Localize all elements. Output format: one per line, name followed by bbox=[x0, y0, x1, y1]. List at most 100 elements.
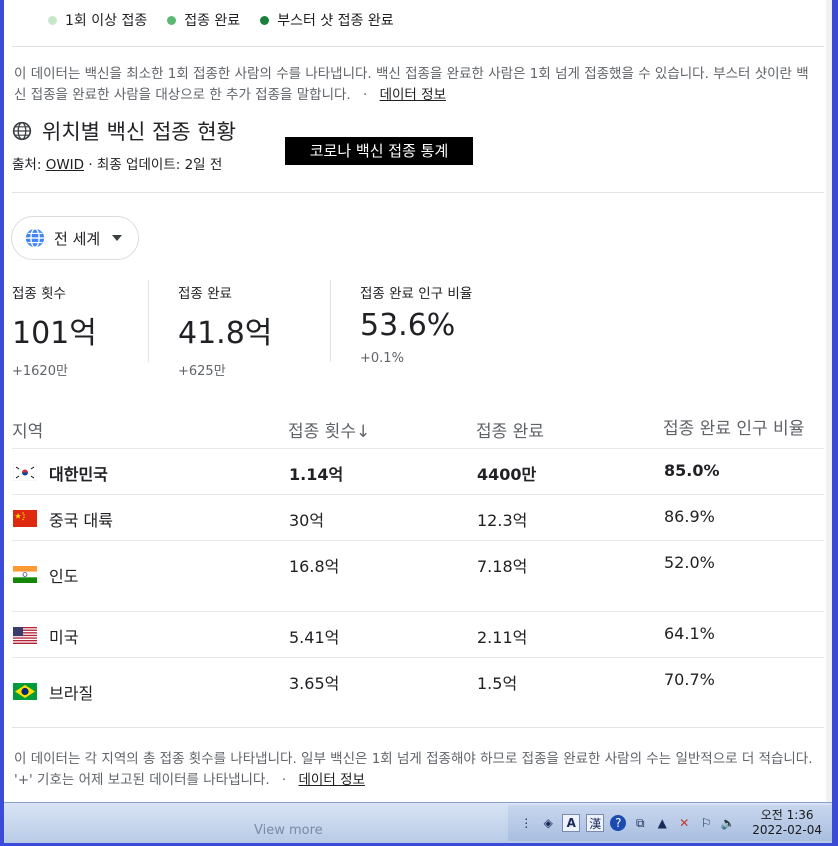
separator: · bbox=[363, 87, 368, 103]
grip-icon: ⋮ bbox=[520, 816, 533, 830]
data-info-link[interactable]: 데이터 정보 bbox=[299, 772, 365, 788]
cell-doses: 5.41억 bbox=[288, 610, 476, 657]
description-text: 이 데이터는 각 지역의 총 접종 횟수를 나타냅니다. 일부 백신은 1회 넘… bbox=[14, 751, 813, 788]
table-row[interactable]: 브라질 3.65억 1.5억 70.7% bbox=[12, 656, 824, 727]
overlay-label: 코로나 백신 접종 통계 bbox=[285, 137, 473, 165]
source-line: 출처: OWID · 최종 업데이트: 2일 전 bbox=[12, 153, 222, 173]
divider bbox=[148, 280, 149, 362]
help-icon[interactable]: ? bbox=[610, 815, 627, 831]
vaccination-table: 지역 접종 횟수↓ 접종 완료 접종 완료 인구 비율 대한민국 1.14억 4… bbox=[12, 388, 824, 727]
globe-icon bbox=[25, 228, 45, 248]
legend-item-1dose: 1회 이상 접종 bbox=[48, 10, 147, 30]
browser-content: 1회 이상 접종 접종 완료 부스터 샷 접종 완료 이 데이터는 백신을 최소… bbox=[4, 0, 832, 802]
system-clock[interactable]: 오전 1:36 2022-02-04 bbox=[752, 808, 822, 838]
divider bbox=[12, 46, 824, 47]
ime-hanja-icon[interactable]: 漢 bbox=[586, 814, 605, 832]
language-icon[interactable]: ◈ bbox=[540, 815, 556, 831]
stat-delta: +625만 bbox=[178, 364, 226, 379]
last-updated: · 최종 업데이트: 2일 전 bbox=[88, 157, 223, 173]
stat-complete: 접종 완료 41.8억 +625만 bbox=[178, 282, 272, 379]
cell-pct: 85.0% bbox=[663, 447, 824, 494]
cell-doses: 1.14억 bbox=[288, 447, 476, 494]
cell-pct: 64.1% bbox=[663, 610, 824, 657]
ime-alpha-icon[interactable]: A bbox=[562, 814, 581, 832]
action-center-icon[interactable]: ⚐ bbox=[698, 815, 714, 831]
stat-doses: 접종 횟수 101억 +1620만 bbox=[12, 282, 97, 379]
cell-pct: 70.7% bbox=[663, 656, 824, 727]
table-row[interactable]: 대한민국 1.14억 4400만 85.0% bbox=[12, 447, 824, 494]
region-selector-button[interactable]: 전 세계 bbox=[11, 216, 140, 260]
cell-complete: 1.5억 bbox=[476, 656, 663, 727]
top-description: 이 데이터는 백신을 최소한 1회 접종한 사람의 수를 나타냅니다. 백신 접… bbox=[14, 64, 820, 106]
clock-time: 오전 1:36 bbox=[760, 808, 814, 822]
system-tray: ⋮ ◈ A 漢 ? ⧉ ▲ ✕ ⚐ 🔈 오전 1:36 2022-02-04 bbox=[508, 805, 832, 841]
cell-doses: 30억 bbox=[288, 493, 476, 540]
volume-icon[interactable]: 🔈 bbox=[720, 815, 736, 831]
table-row[interactable]: 미국 5.41억 2.11억 64.1% bbox=[12, 610, 824, 657]
region-name: 브라질 bbox=[49, 683, 94, 703]
legend-label: 접종 완료 bbox=[184, 13, 241, 29]
legend-item-booster: 부스터 샷 접종 완료 bbox=[260, 10, 394, 30]
brazil-flag-icon bbox=[13, 683, 37, 700]
source-link[interactable]: OWID bbox=[46, 157, 84, 173]
view-more-button[interactable]: View more bbox=[254, 823, 323, 838]
table-header-row: 지역 접종 횟수↓ 접종 완료 접종 완료 인구 비율 bbox=[12, 388, 824, 448]
chevron-down-icon bbox=[112, 235, 123, 241]
cell-complete: 2.11억 bbox=[476, 610, 663, 657]
separator: · bbox=[281, 772, 287, 788]
south-korea-flag-icon bbox=[13, 464, 37, 481]
globe-icon bbox=[12, 121, 32, 141]
cell-complete: 12.3억 bbox=[476, 493, 663, 540]
source-prefix: 출처: bbox=[12, 157, 42, 173]
clock-date: 2022-02-04 bbox=[752, 823, 822, 837]
column-header-pct[interactable]: 접종 완료 인구 비율 bbox=[663, 388, 824, 448]
divider bbox=[12, 727, 824, 728]
stat-value: 101억 bbox=[12, 316, 97, 351]
india-flag-icon bbox=[13, 566, 37, 583]
china-flag-icon bbox=[13, 510, 37, 527]
cell-pct: 86.9% bbox=[663, 493, 824, 540]
show-hidden-icons[interactable]: ▲ bbox=[654, 815, 670, 831]
table-row[interactable]: 중국 대륙 30억 12.3억 86.9% bbox=[12, 493, 824, 540]
stat-label: 접종 횟수 bbox=[12, 286, 66, 302]
region-selector-label: 전 세계 bbox=[54, 229, 101, 248]
data-info-link[interactable]: 데이터 정보 bbox=[380, 87, 446, 103]
region-name: 인도 bbox=[49, 566, 79, 586]
page-title: 위치별 백신 접종 현황 bbox=[42, 120, 236, 144]
cell-doses: 16.8억 bbox=[288, 539, 476, 611]
usa-flag-icon bbox=[13, 627, 37, 644]
scrollbar[interactable] bbox=[826, 0, 832, 802]
stat-label: 접종 완료 인구 비율 bbox=[360, 286, 473, 302]
stat-label: 접종 완료 bbox=[178, 286, 232, 302]
restore-icon[interactable]: ⧉ bbox=[632, 815, 648, 831]
column-header-complete[interactable]: 접종 완료 bbox=[476, 388, 663, 448]
region-name: 미국 bbox=[49, 627, 79, 647]
column-header-doses[interactable]: 접종 횟수↓ bbox=[288, 388, 476, 448]
legend-dot bbox=[260, 15, 270, 25]
region-name: 중국 대륙 bbox=[49, 510, 113, 530]
stat-complete-pct: 접종 완료 인구 비율 53.6% +0.1% bbox=[360, 282, 472, 366]
legend-dot bbox=[167, 15, 177, 25]
column-header-region[interactable]: 지역 bbox=[12, 388, 288, 448]
stat-value: 53.6% bbox=[360, 308, 456, 343]
divider bbox=[330, 280, 331, 362]
stat-delta: +1620만 bbox=[12, 364, 68, 379]
cell-complete: 4400만 bbox=[476, 447, 663, 494]
bottom-description: 이 데이터는 각 지역의 총 접종 횟수를 나타냅니다. 일부 백신은 1회 넘… bbox=[14, 749, 820, 791]
stat-delta: +0.1% bbox=[360, 351, 404, 366]
cell-doses: 3.65억 bbox=[288, 656, 476, 727]
divider bbox=[12, 192, 824, 193]
region-name: 대한민국 bbox=[49, 464, 108, 484]
legend-item-complete: 접종 완료 bbox=[167, 10, 240, 30]
stat-value: 41.8억 bbox=[178, 316, 273, 351]
cell-complete: 7.18억 bbox=[476, 539, 663, 611]
chart-legend: 1회 이상 접종 접종 완료 부스터 샷 접종 완료 bbox=[48, 10, 394, 30]
legend-label: 부스터 샷 접종 완료 bbox=[277, 13, 394, 29]
title-row: 위치별 백신 접종 현황 bbox=[12, 116, 236, 146]
legend-dot bbox=[48, 15, 57, 25]
network-error-icon[interactable]: ✕ bbox=[676, 815, 692, 831]
taskbar: View more ⋮ ◈ A 漢 ? ⧉ ▲ ✕ ⚐ 🔈 오전 1:36 20… bbox=[4, 802, 832, 843]
cell-pct: 52.0% bbox=[663, 539, 824, 611]
table-row[interactable]: 인도 16.8억 7.18억 52.0% bbox=[12, 539, 824, 611]
legend-label: 1회 이상 접종 bbox=[65, 13, 148, 29]
